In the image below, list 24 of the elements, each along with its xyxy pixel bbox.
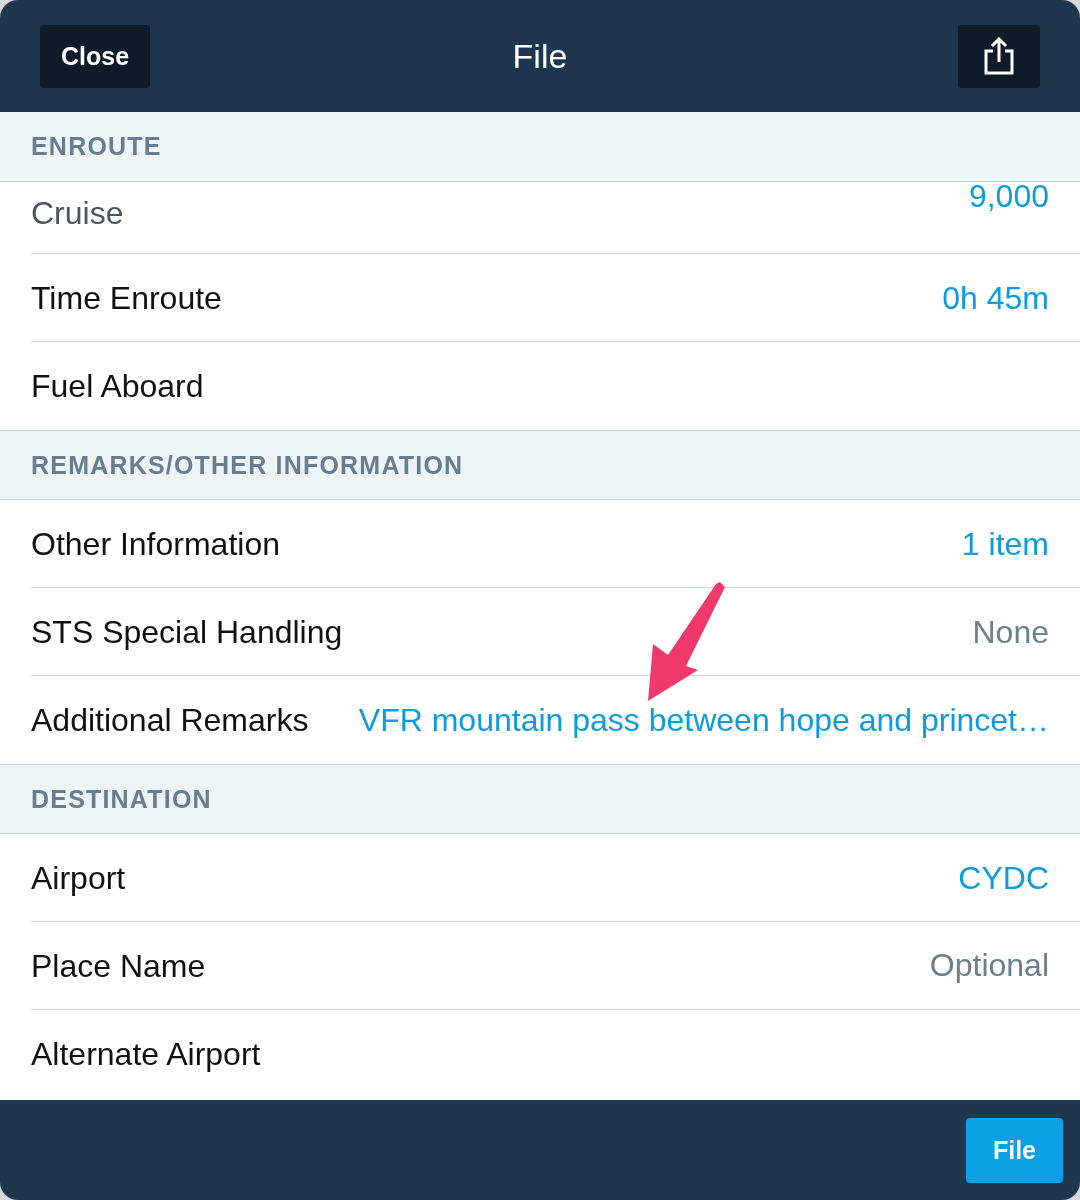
share-icon: [983, 37, 1015, 75]
section-header: DESTINATION: [0, 764, 1080, 834]
row-label: Time Enroute: [31, 280, 222, 315]
close-button[interactable]: Close: [40, 24, 150, 88]
detail-value[interactable]: CYDC: [141, 860, 1049, 895]
row-sublabel: Cruise: [31, 196, 124, 230]
row-label: Airport: [31, 860, 126, 895]
row-label: Additional Remarks: [31, 703, 309, 737]
section-header: ENROUTE: [0, 112, 1080, 182]
share-button[interactable]: [958, 24, 1040, 88]
row-label: Fuel Aboard: [31, 369, 204, 403]
section-header: REMARKS/OTHER INFORMATION: [0, 430, 1080, 500]
detail-value[interactable]: 9,000: [139, 183, 1049, 209]
detail-value[interactable]: None: [358, 614, 1049, 649]
window-title: File: [512, 36, 568, 76]
detail-value[interactable]: VFR mountain pass between hope and princet…: [324, 703, 1049, 737]
detail-value[interactable]: 0h 45m: [237, 280, 1049, 315]
file-button[interactable]: File: [966, 1117, 1063, 1183]
row-label: Place Name: [31, 948, 206, 983]
row-label: Alternate Airport: [31, 1037, 261, 1071]
row-label: Other Information: [31, 526, 280, 561]
detail-value[interactable]: 1 item: [296, 526, 1049, 561]
row-label: STS Special Handling: [31, 614, 343, 649]
text-field[interactable]: Optional: [221, 945, 1049, 986]
